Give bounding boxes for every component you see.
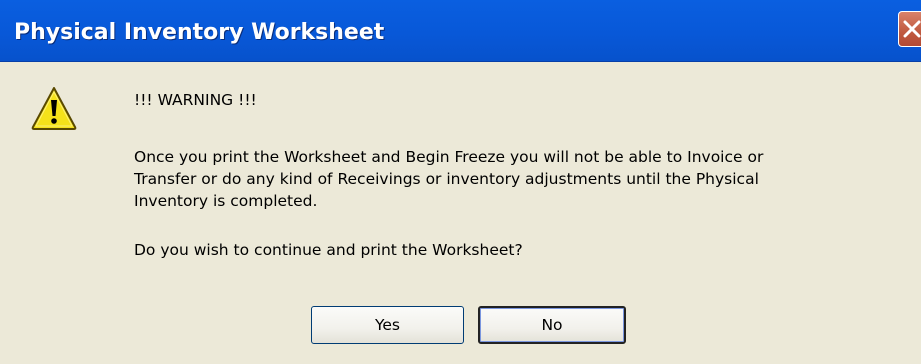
warning-icon	[31, 87, 77, 130]
yes-button[interactable]: Yes	[311, 306, 464, 344]
close-icon	[903, 20, 921, 38]
no-button[interactable]: No	[478, 306, 626, 344]
message-line: Transfer or do any kind of Receivings or…	[134, 170, 759, 188]
message-line: Once you print the Worksheet and Begin F…	[134, 148, 764, 166]
warning-label: !!! WARNING !!!	[134, 91, 257, 109]
window-title: Physical Inventory Worksheet	[14, 20, 385, 45]
title-bar[interactable]: Physical Inventory Worksheet	[0, 0, 921, 62]
dialog-window: Physical Inventory Worksheet !!! WARNING…	[0, 0, 921, 364]
dialog-body: !!! WARNING !!! Once you print the Works…	[0, 63, 921, 364]
confirm-question: Do you wish to continue and print the Wo…	[134, 241, 523, 259]
message-line: Inventory is completed.	[134, 192, 318, 210]
close-button[interactable]	[898, 11, 921, 47]
warning-message: Once you print the Worksheet and Begin F…	[134, 146, 763, 212]
